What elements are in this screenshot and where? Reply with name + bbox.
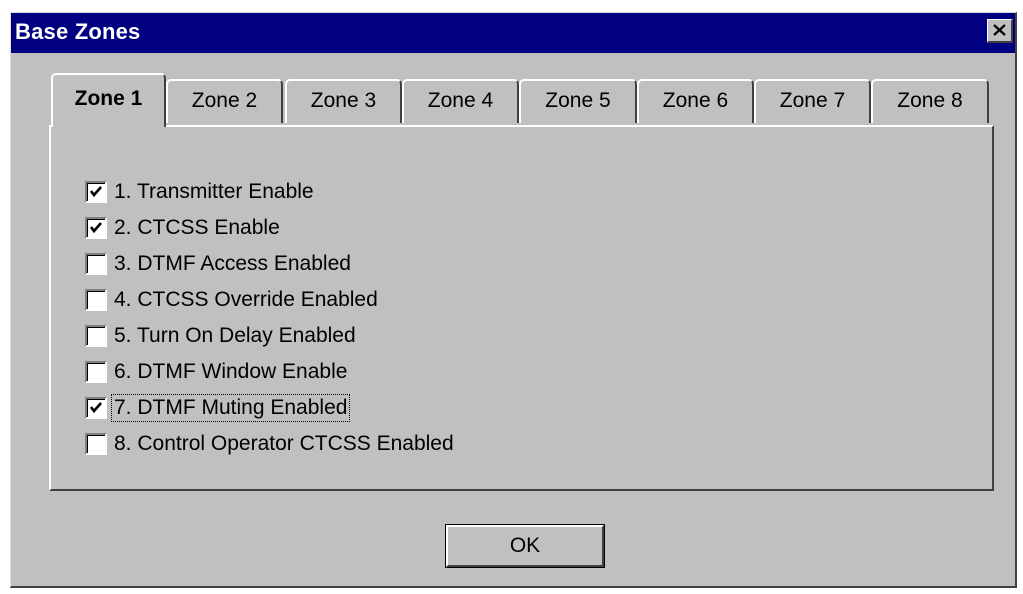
tab-zone-5[interactable]: Zone 5: [519, 79, 637, 123]
checkbox[interactable]: [85, 289, 107, 311]
window-title: Base Zones: [15, 19, 141, 44]
base-zones-dialog: Base Zones Zone 1 Zone 2 Zone 3 Zone 4 Z…: [10, 12, 1017, 588]
checkbox[interactable]: [85, 325, 107, 347]
checkbox[interactable]: [85, 433, 107, 455]
checkbox[interactable]: [85, 181, 107, 203]
option-label: 7. DTMF Muting Enabled: [110, 394, 351, 422]
option-transmitter-enable[interactable]: 1. Transmitter Enable: [85, 174, 455, 210]
checkbox[interactable]: [85, 397, 107, 419]
tab-label: Zone 4: [427, 89, 494, 112]
tab-label: Zone 8: [897, 89, 963, 112]
close-button[interactable]: [987, 19, 1013, 43]
tab-panel-zone-1: 1. Transmitter Enable 2. CTCSS Enable 3.…: [49, 125, 994, 491]
option-label: 8. Control Operator CTCSS Enabled: [114, 432, 454, 455]
option-label: 1. Transmitter Enable: [114, 180, 314, 203]
option-dtmf-window-enable[interactable]: 6. DTMF Window Enable: [85, 354, 455, 390]
option-turn-on-delay-enabled[interactable]: 5. Turn On Delay Enabled: [85, 318, 455, 354]
option-list: 1. Transmitter Enable 2. CTCSS Enable 3.…: [85, 174, 455, 462]
tab-label: Zone 2: [191, 89, 258, 112]
tab-label: Zone 6: [662, 89, 729, 112]
tab-label: Zone 3: [310, 89, 377, 112]
tab-zone-3[interactable]: Zone 3: [285, 79, 402, 123]
tab-zone-7[interactable]: Zone 7: [754, 79, 871, 123]
tab-zone-1[interactable]: Zone 1: [51, 73, 166, 127]
checkbox[interactable]: [85, 253, 107, 275]
checkmark-icon: [89, 222, 102, 234]
tab-zone-4[interactable]: Zone 4: [402, 79, 519, 123]
tab-label: Zone 5: [545, 89, 611, 112]
tab-zone-6[interactable]: Zone 6: [637, 79, 754, 123]
option-label: 2. CTCSS Enable: [114, 216, 280, 239]
tab-label: Zone 7: [779, 89, 846, 112]
checkmark-icon: [89, 402, 102, 414]
checkbox[interactable]: [85, 217, 107, 239]
checkmark-icon: [89, 186, 102, 198]
option-ctcss-enable[interactable]: 2. CTCSS Enable: [85, 210, 455, 246]
tab-zone-2[interactable]: Zone 2: [166, 79, 283, 123]
option-label: 4. CTCSS Override Enabled: [114, 288, 378, 311]
option-ctcss-override-enabled[interactable]: 4. CTCSS Override Enabled: [85, 282, 455, 318]
option-dtmf-access-enabled[interactable]: 3. DTMF Access Enabled: [85, 246, 455, 282]
close-icon: [993, 24, 1006, 36]
option-label: 3. DTMF Access Enabled: [114, 252, 351, 275]
tab-label: Zone 1: [74, 87, 143, 110]
tab-zone-8[interactable]: Zone 8: [871, 79, 989, 123]
ok-button[interactable]: OK: [445, 524, 605, 568]
option-label: 6. DTMF Window Enable: [114, 360, 348, 383]
checkbox[interactable]: [85, 361, 107, 383]
option-dtmf-muting-enabled[interactable]: 7. DTMF Muting Enabled: [85, 390, 455, 426]
ok-button-label: OK: [509, 534, 541, 557]
option-label: 5. Turn On Delay Enabled: [114, 324, 356, 347]
title-bar[interactable]: Base Zones: [11, 13, 1015, 53]
option-control-operator-ctcss-enabled[interactable]: 8. Control Operator CTCSS Enabled: [85, 426, 455, 462]
